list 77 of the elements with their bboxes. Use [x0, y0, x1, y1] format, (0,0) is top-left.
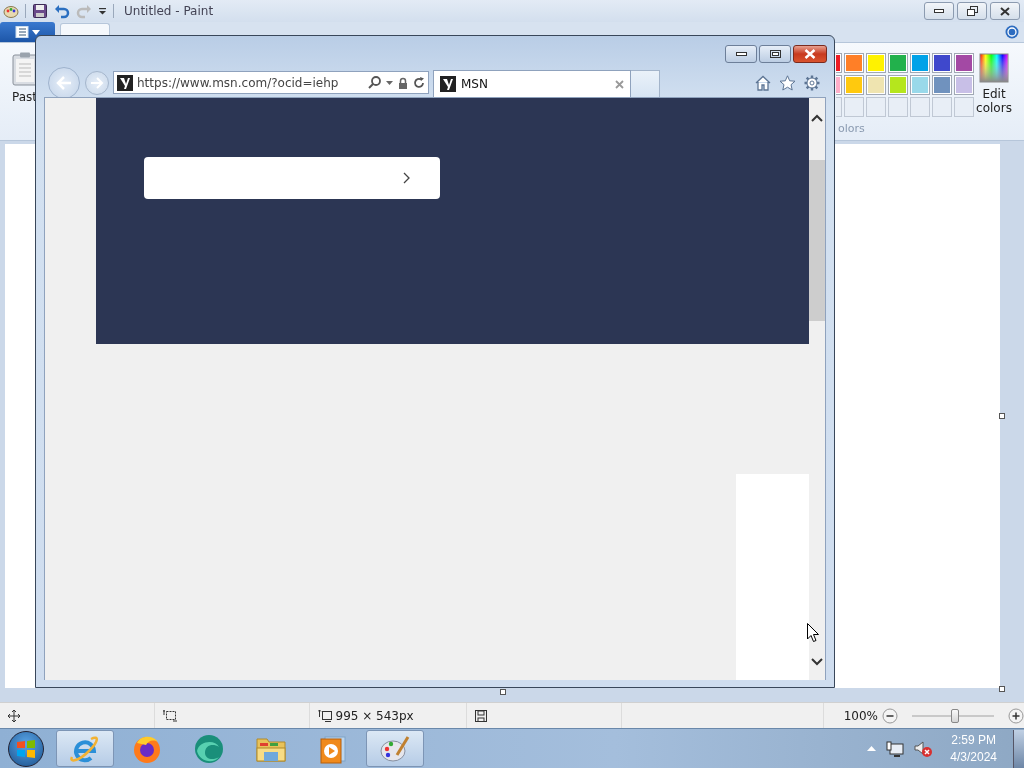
- selection-icon: [162, 709, 177, 722]
- dropdown-icon[interactable]: [98, 7, 107, 15]
- canvas-size-icon: [317, 709, 332, 722]
- site-logo-icon: [117, 74, 133, 91]
- empty-swatch[interactable]: [888, 97, 908, 117]
- lock-icon: [398, 76, 408, 89]
- show-desktop-button[interactable]: [1013, 729, 1024, 768]
- edit-colors-button[interactable]: Edit colors: [974, 53, 1014, 140]
- empty-swatch[interactable]: [954, 97, 974, 117]
- empty-swatch[interactable]: [932, 97, 952, 117]
- close-button[interactable]: [793, 45, 827, 63]
- close-icon: [804, 49, 816, 59]
- maximize-button[interactable]: [759, 45, 791, 63]
- slider-thumb[interactable]: [950, 708, 959, 723]
- scrollbar-thumb[interactable]: [809, 160, 825, 321]
- star-icon[interactable]: [779, 74, 796, 91]
- minimize-button[interactable]: [725, 45, 757, 63]
- site-logo-icon: [440, 76, 456, 92]
- zoom-slider[interactable]: [912, 707, 994, 724]
- clipboard-icon[interactable]: [12, 52, 38, 86]
- show-hidden-icons-icon[interactable]: [867, 746, 877, 751]
- resize-handle[interactable]: [999, 413, 1005, 419]
- close-button[interactable]: [990, 2, 1020, 20]
- dropdown-icon[interactable]: [386, 80, 393, 85]
- left-arrow-icon: [55, 74, 73, 91]
- empty-swatch[interactable]: [836, 97, 842, 117]
- empty-swatch[interactable]: [844, 97, 864, 117]
- settings-icon[interactable]: [804, 74, 820, 91]
- taskbar-button[interactable]: [366, 730, 424, 767]
- search-field[interactable]: [144, 157, 440, 199]
- save-icon: [475, 709, 488, 722]
- save-icon[interactable]: [32, 3, 48, 19]
- zoom-in-icon[interactable]: [1008, 707, 1024, 724]
- maximize-icon: [769, 50, 781, 58]
- group-label: olors: [838, 122, 865, 135]
- chevron-down-icon[interactable]: [811, 658, 823, 666]
- address-bar[interactable]: https://www.msn.com/?ocid=iehp: [113, 71, 429, 94]
- palette-icon[interactable]: [3, 3, 19, 19]
- taskbar-button[interactable]: [56, 730, 114, 767]
- restore-icon: [966, 6, 978, 16]
- restore-button[interactable]: [957, 2, 987, 20]
- close-icon[interactable]: [615, 79, 624, 89]
- new-tab-button[interactable]: [631, 70, 660, 97]
- refresh-icon[interactable]: [413, 76, 425, 89]
- clock-time: 2:59 PM: [951, 731, 996, 749]
- forward-button[interactable]: [85, 70, 109, 95]
- resize-handle[interactable]: [999, 686, 1005, 692]
- color-spectrum-icon: [979, 53, 1009, 83]
- empty-swatch[interactable]: [866, 97, 886, 117]
- network-icon[interactable]: [886, 740, 905, 757]
- wave-globe-icon: [193, 732, 225, 765]
- mouse-pointer-icon: [807, 623, 819, 642]
- zoom-percent: 100%: [843, 708, 878, 723]
- minimize-icon: [735, 52, 747, 56]
- home-icon[interactable]: [755, 74, 771, 91]
- window-title: Untitled - Paint: [124, 4, 214, 18]
- close-icon: [1000, 6, 1010, 16]
- menu-icon: [14, 26, 41, 38]
- clock-date: 4/3/2024: [950, 748, 997, 766]
- chevron-up-icon[interactable]: [811, 114, 823, 122]
- undo-icon[interactable]: [54, 3, 70, 19]
- resize-handle[interactable]: [500, 689, 506, 695]
- right-arrow-icon: [90, 76, 104, 89]
- zoom-out-icon[interactable]: [882, 707, 898, 724]
- minimize-button[interactable]: [924, 2, 954, 20]
- browser-tab[interactable]: MSN: [433, 70, 631, 97]
- windows-logo-icon: [16, 738, 36, 759]
- start-button[interactable]: [8, 730, 44, 767]
- minimize-icon: [934, 9, 944, 13]
- canvas-size-text: 995 × 543px: [335, 708, 414, 723]
- search-icon[interactable]: [368, 76, 381, 89]
- back-button[interactable]: [48, 66, 80, 99]
- help-icon[interactable]: [1005, 25, 1019, 39]
- chevron-right-icon[interactable]: [403, 172, 410, 184]
- move-icon: [8, 709, 20, 722]
- empty-swatch[interactable]: [910, 97, 930, 117]
- muted-speaker-icon[interactable]: [914, 739, 935, 758]
